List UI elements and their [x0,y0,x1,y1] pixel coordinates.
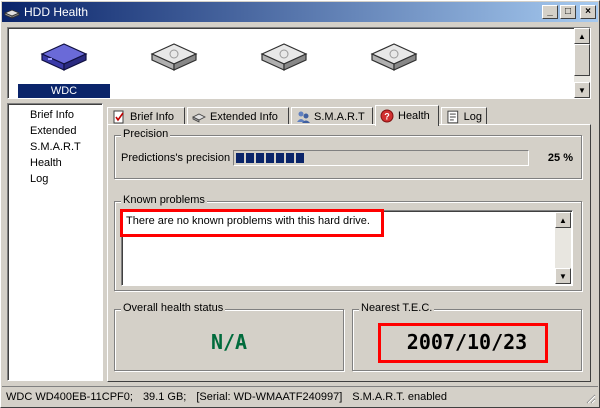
precision-label: Predictions's precision [121,152,231,164]
precision-value: 25 % [547,152,573,164]
nav-item-brief-info[interactable]: Brief Info [8,107,102,123]
scroll-up-button[interactable]: ▲ [555,212,571,228]
maximize-button[interactable]: □ [560,5,576,19]
left-navigation: Brief Info Extended S.M.A.R.T Health Log [7,103,103,381]
drive-item-3[interactable] [238,34,330,96]
scroll-down-button[interactable]: ▼ [574,82,590,98]
overall-health-value: N/A [210,330,248,354]
arrow-down-icon: ▼ [578,85,586,95]
group-title: Overall health status [121,302,226,314]
status-smart: S.M.A.R.T. enabled [352,390,448,403]
status-size: 39.1 GB; [142,390,187,403]
main-window: HDD Health _ □ × WDC ▲ ▼ Brief Info Exte… [0,0,600,408]
svg-text:?: ? [384,112,390,122]
highlight-box [378,323,548,363]
hdd-drive-icon [150,43,198,71]
highlight-box [120,209,384,237]
progress-segment [256,153,264,163]
status-model: WDC WD400EB-11CPF0; [6,390,133,403]
people-icon [297,111,310,123]
drive-label: WDC [18,84,110,98]
document-check-icon [113,110,124,123]
group-title: Precision [121,128,171,140]
log-icon [447,110,459,123]
minimize-button[interactable]: _ [542,5,558,19]
progress-segment [246,153,254,163]
progress-segment [276,153,284,163]
arrow-up-icon: ▲ [559,215,567,225]
nav-item-smart[interactable]: S.M.A.R.T [8,139,102,155]
drive-scrollbar[interactable]: ▲ ▼ [574,28,590,98]
progress-segment [266,153,274,163]
title-bar[interactable]: HDD Health _ □ × [2,2,598,22]
hdd-drive-icon [260,43,308,71]
tab-brief-info[interactable]: Brief Info [107,107,185,125]
maximize-icon: □ [564,6,572,17]
tab-smart[interactable]: S.M.A.R.T [291,107,373,125]
tab-label: Brief Info [130,110,175,123]
arrow-up-icon: ▲ [578,31,586,41]
progress-fill [236,153,526,163]
precision-progress-bar [233,150,529,166]
precision-group: Precision Predictions's precision 25 % [114,128,582,179]
progress-segment [286,153,294,163]
health-question-icon: ? [380,109,394,123]
drive-small-icon [192,113,206,123]
scroll-thumb[interactable] [574,44,590,76]
tab-label: S.M.A.R.T [314,110,365,123]
tab-label: Log [463,110,482,123]
overall-health-group: Overall health status N/A [114,302,344,371]
drive-item-4[interactable] [348,34,440,96]
window-title: HDD Health [24,5,89,19]
nav-item-log[interactable]: Log [8,171,102,187]
drive-item-wdc[interactable]: WDC [18,34,110,98]
group-title: Nearest T.E.C. [359,302,435,314]
progress-segment [296,153,304,163]
nav-item-health[interactable]: Health [8,155,102,171]
drive-item-2[interactable] [128,34,220,96]
scroll-up-button[interactable]: ▲ [574,28,590,44]
health-panel: Precision Predictions's precision 25 % K… [107,124,591,382]
hdd-icon [4,9,20,19]
nav-item-extended[interactable]: Extended [8,123,102,139]
memo-scrollbar[interactable]: ▲ ▼ [555,212,571,284]
arrow-down-icon: ▼ [559,271,567,281]
tab-extended-info[interactable]: Extended Info [187,107,289,125]
hdd-drive-icon-selected [40,43,88,71]
status-bar: WDC WD400EB-11CPF0; 39.1 GB; [Serial: WD… [2,386,598,406]
close-button[interactable]: × [580,5,596,19]
scroll-down-button[interactable]: ▼ [555,268,571,284]
tab-label: Extended Info [210,110,278,123]
resize-grip-icon[interactable] [584,392,596,404]
tab-label: Health [398,110,430,122]
close-icon: × [585,6,591,17]
status-serial: [Serial: WD-WMAATF240997] [196,390,343,403]
drive-selector: WDC ▲ ▼ [7,27,591,99]
group-title: Known problems [121,194,207,206]
tab-health[interactable]: ? Health [375,105,439,126]
minimize-icon: _ [547,6,553,17]
progress-segment [236,153,244,163]
hdd-drive-icon [370,43,418,71]
tab-log[interactable]: Log [441,107,487,125]
